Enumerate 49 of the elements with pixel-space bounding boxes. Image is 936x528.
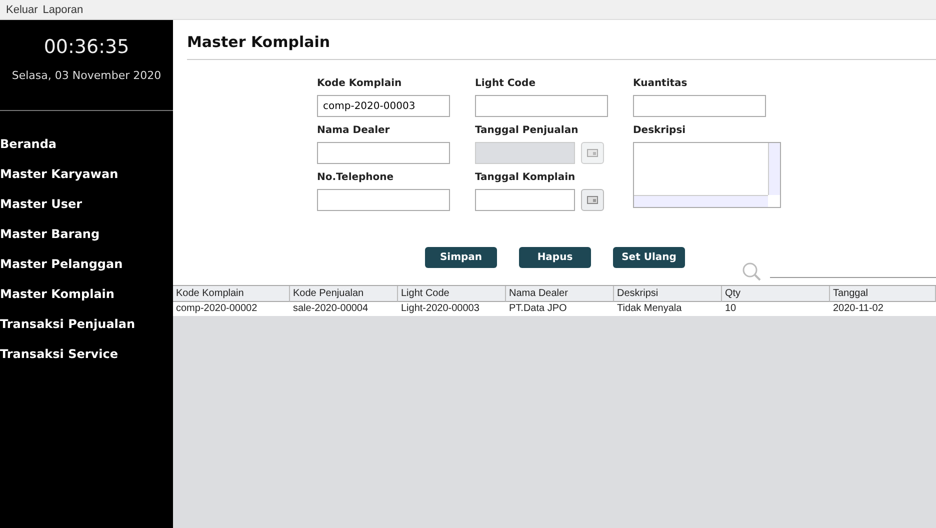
input-field[interactable] bbox=[475, 95, 608, 117]
column-header[interactable]: Kode Penjualan bbox=[290, 286, 398, 302]
field-label: Deskripsi bbox=[633, 125, 686, 138]
calendar-icon bbox=[587, 196, 598, 204]
sidebar-item[interactable]: Master Pelanggan bbox=[0, 251, 123, 281]
table-cell: 2020-11-02 bbox=[830, 302, 936, 316]
table-cell: Light-2020-00003 bbox=[398, 302, 506, 316]
column-header[interactable]: Qty bbox=[722, 286, 830, 302]
field-label: No.Telephone bbox=[317, 172, 394, 185]
calendar-button[interactable] bbox=[581, 189, 604, 211]
date-text: Selasa, 03 November 2020 bbox=[10, 69, 162, 82]
table-cell: comp-2020-00002 bbox=[173, 302, 290, 316]
sidebar-item[interactable]: Transaksi Service bbox=[0, 341, 118, 371]
field-label: Tanggal Komplain bbox=[475, 172, 576, 185]
column-header[interactable]: Deskripsi bbox=[614, 286, 722, 302]
sidebar-item[interactable]: Master Karyawan bbox=[0, 161, 118, 191]
sidebar-item[interactable]: Beranda bbox=[0, 131, 57, 161]
sidebar-item[interactable]: Master Komplain bbox=[0, 281, 114, 311]
field-label: Kode Komplain bbox=[317, 78, 402, 91]
column-header[interactable]: Tanggal bbox=[830, 286, 936, 302]
menu-item[interactable]: Keluar bbox=[6, 4, 38, 16]
text-area[interactable] bbox=[633, 142, 781, 208]
sidebar-item[interactable]: Master User bbox=[0, 191, 82, 221]
menu-item[interactable]: Laporan bbox=[42, 4, 84, 16]
page-title: Master Komplain bbox=[187, 33, 936, 60]
column-header[interactable]: Nama Dealer bbox=[506, 286, 614, 302]
date-field[interactable] bbox=[475, 189, 575, 211]
calendar-icon bbox=[587, 149, 598, 157]
input-field[interactable] bbox=[633, 95, 766, 117]
field-label: Kuantitas bbox=[633, 78, 688, 91]
table-cell: PT.Data JPO bbox=[506, 302, 614, 316]
table-cell: sale-2020-00004 bbox=[290, 302, 398, 316]
action-button[interactable]: Simpan bbox=[425, 247, 497, 268]
input-field[interactable] bbox=[317, 189, 450, 211]
column-header[interactable]: Light Code bbox=[398, 286, 506, 302]
table-cell: Tidak Menyala bbox=[614, 302, 722, 316]
table-cell: 10 bbox=[722, 302, 830, 316]
field-label: Light Code bbox=[475, 78, 536, 91]
input-field[interactable] bbox=[317, 142, 450, 164]
sidebar-item[interactable]: Master Barang bbox=[0, 221, 100, 251]
field-label: Tanggal Penjualan bbox=[475, 125, 578, 138]
sidebar-item[interactable]: Transaksi Penjualan bbox=[0, 311, 136, 341]
search-icon bbox=[742, 262, 762, 282]
input-field[interactable]: comp-2020-00003 bbox=[317, 95, 450, 117]
clock-time: 00:36:35 bbox=[42, 35, 130, 58]
field-label: Nama Dealer bbox=[317, 125, 390, 138]
action-button[interactable]: Set Ulang bbox=[613, 247, 685, 268]
column-header[interactable]: Kode Komplain bbox=[173, 286, 290, 302]
action-button[interactable]: Hapus bbox=[519, 247, 591, 268]
